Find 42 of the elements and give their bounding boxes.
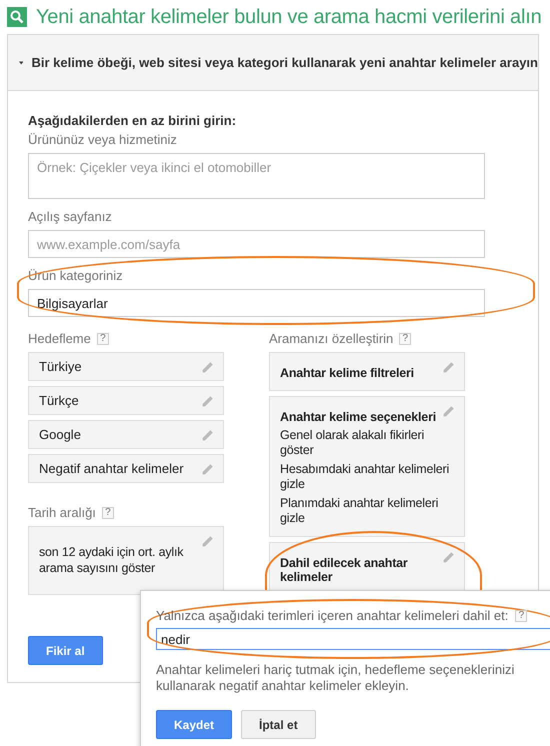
pencil-icon[interactable]: [201, 395, 214, 408]
pencil-icon[interactable]: [442, 405, 455, 418]
option-card[interactable]: Anahtar kelime filtreleri: [269, 352, 465, 391]
targeting-item[interactable]: Türkçe: [28, 386, 224, 415]
targeting-item[interactable]: Negatif anahtar kelimeler: [28, 454, 224, 483]
pencil-icon[interactable]: [201, 535, 214, 548]
date-range-text: son 12 aydaki için ort. aylık arama sayısını göster: [39, 544, 184, 576]
text-area[interactable]: Örnek: Çiçekler veya ikinci el otomobiller: [28, 153, 485, 199]
search-icon: [7, 7, 27, 27]
input-field[interactable]: nedir: [156, 628, 550, 650]
pencil-icon[interactable]: [201, 463, 214, 476]
option-text: Hesabımdaki anahtar kelimeleri gizle: [280, 462, 450, 492]
option-text: Genel olarak alakalı fikirleri göster: [280, 428, 426, 458]
section-label: Tarih aralığı: [28, 505, 96, 520]
pencil-icon[interactable]: [201, 361, 214, 374]
card-title: Anahtar kelime filtreleri: [280, 366, 414, 380]
input-field[interactable]: Bilgisayarlar: [28, 289, 485, 317]
field-label: Açılış sayfanız: [28, 209, 113, 224]
help-icon[interactable]: ?: [515, 610, 528, 622]
input-field[interactable]: www.example.com/sayfa: [28, 230, 485, 258]
card-title: Dahil edilecek anahtar kelimeler: [280, 556, 409, 584]
help-icon[interactable]: ?: [96, 332, 109, 344]
field-label: Ürününüz veya hizmetiniz: [28, 132, 178, 147]
note-text: Anahtar kelimeleri hariç tutmak için, hedefleme seçeneklerinizi kullanarak negatif anahtar kelimeler ekleyin.: [156, 662, 516, 694]
help-icon[interactable]: ?: [102, 506, 114, 518]
help-icon[interactable]: ?: [399, 332, 412, 344]
section-label: Aramanızı özelleştirin: [269, 331, 394, 346]
intro-text: Aşağıdakilerden en az birini girin:: [28, 113, 238, 128]
option-card[interactable]: Anahtar kelime seçenekleri Genel olarak alakalı fikirleri göster Hesabımdaki anahtar kelimeleri gizle Planımdaki anahtar kelimeleri gizle: [269, 396, 465, 537]
card-title: Anahtar kelime seçenekleri: [280, 410, 436, 424]
pencil-icon[interactable]: [201, 429, 214, 442]
pencil-icon[interactable]: [442, 551, 455, 564]
cancel-button[interactable]: İptal et: [241, 710, 316, 739]
option-text: Planımdaki anahtar kelimeleri gizle: [280, 496, 440, 526]
pencil-icon[interactable]: [442, 361, 455, 374]
triangle-icon: [19, 60, 24, 66]
field-label: Ürün kategoriniz: [28, 268, 124, 283]
section-header[interactable]: Bir kelime öbeği, web sitesi veya kategori kullanarak yeni anahtar kelimeler arayın: [8, 35, 538, 91]
targeting-item[interactable]: Türkiye: [28, 352, 224, 381]
page-title: Yeni anahtar kelimeler bulun ve arama hacmi verilerini alın: [36, 6, 542, 28]
section-label: Hedefleme: [28, 331, 91, 346]
targeting-item[interactable]: Google: [28, 420, 224, 449]
